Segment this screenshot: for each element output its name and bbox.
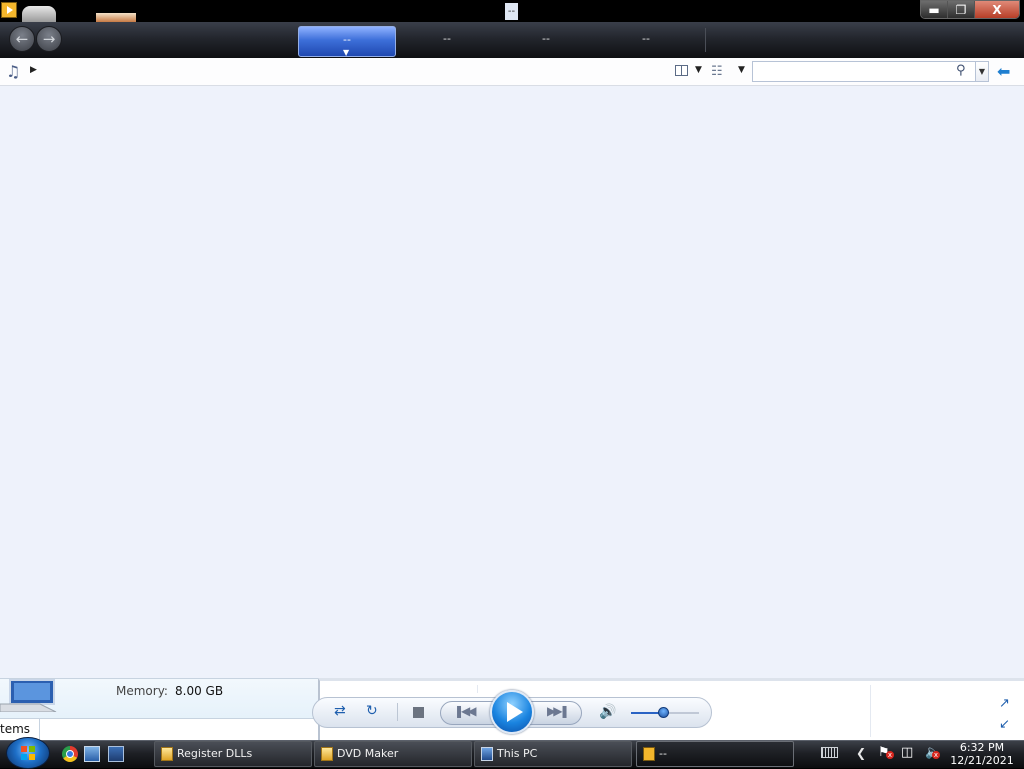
stop-icon[interactable] [413,707,424,718]
tab-dropdown-icon[interactable]: ▼ [343,48,349,57]
previous-icon[interactable]: ❚◀◀ [454,704,476,718]
show-hidden-icons-icon[interactable]: ❮ [856,746,866,760]
search-dropdown-button[interactable]: ▼ [976,61,989,82]
play-button[interactable] [490,690,534,734]
windows-media-player-icon [643,747,655,761]
switch-to-library-icon[interactable]: ↙ [999,717,1010,732]
search-input[interactable] [752,61,976,82]
network-icon[interactable]: ◫ [901,745,913,760]
chevron-down-icon[interactable]: ▼ [738,65,745,75]
taskbar-item-label: DVD Maker [337,747,399,760]
switch-windows-icon[interactable] [108,746,124,762]
taskbar-item-dvd-maker[interactable]: DVD Maker [314,741,472,767]
minimize-button[interactable]: ▬ [921,1,947,18]
search-icon[interactable]: ⚲ [956,63,966,78]
taskbar-item-label: -- [659,747,667,760]
items-label: tems [0,722,31,736]
volume-icon[interactable]: 🔊 [599,704,616,720]
tab-sync[interactable]: -- [497,26,595,57]
window-controls: ▬ ❐ X [920,0,1020,19]
folder-icon [321,747,333,761]
forward-button[interactable]: → [36,26,62,52]
folder-icon [161,747,173,761]
layout-options-icon[interactable] [675,65,688,76]
restore-icon: ❐ [955,3,967,17]
items-row [0,718,318,740]
back-arrow-icon: ← [15,30,29,48]
clock-date[interactable]: 12/21/2021 [947,754,1017,767]
switch-to-now-playing-icon[interactable]: ↗ [999,696,1010,711]
taskbar-item-label: Register DLLs [177,747,253,760]
windows-logo-icon [21,746,35,760]
error-badge-icon: x [886,751,894,759]
chevron-down-icon[interactable]: ▼ [695,65,702,75]
window-title: -- [505,3,518,20]
divider [397,703,398,721]
shuffle-icon[interactable]: ⇄ [334,703,346,719]
memory-value: 8.00 GB [175,684,224,698]
computer-icon [0,679,57,712]
minimize-icon: ▬ [928,3,940,17]
computer-icon [481,747,493,761]
close-button[interactable]: X [974,1,1019,18]
taskbar-item-media-player[interactable]: -- [636,741,794,767]
maximize-button[interactable]: ❐ [947,1,974,18]
toolbar-divider [705,28,706,52]
chrome-icon[interactable] [62,746,78,762]
windows-media-player-icon[interactable] [1,2,17,18]
divider [870,685,871,737]
library-content-area[interactable] [0,86,1024,678]
close-icon: X [992,3,1002,17]
music-icon[interactable]: ♫ [6,62,20,81]
memory-label: Memory: [116,684,168,698]
forward-arrow-icon: → [42,30,56,48]
taskbar-item-register-dlls[interactable]: Register DLLs [154,741,312,767]
clock-time[interactable]: 6:32 PM [947,741,1017,754]
volume-slider-thumb[interactable] [657,707,669,718]
breadcrumb-arrow-icon[interactable]: ▶ [30,65,37,75]
taskbar-item-label: This PC [497,747,538,760]
back-button[interactable]: ← [9,26,35,52]
repeat-icon[interactable]: ↻ [366,703,378,719]
view-options-icon[interactable]: ☷ [711,64,723,79]
tab-burn[interactable]: -- [398,26,496,57]
mute-badge-icon: x [932,751,940,759]
next-icon[interactable]: ▶▶❚ [547,704,569,718]
background-object [22,6,56,22]
switch-to-now-playing-icon[interactable]: ⬅ [997,62,1010,81]
show-desktop-icon[interactable] [84,746,100,762]
divider [39,719,40,740]
taskbar-item-this-pc[interactable]: This PC [474,741,632,767]
background-object [96,13,136,22]
keyboard-icon[interactable] [821,747,838,758]
tab-other[interactable]: -- [597,26,695,57]
divider [477,685,478,693]
